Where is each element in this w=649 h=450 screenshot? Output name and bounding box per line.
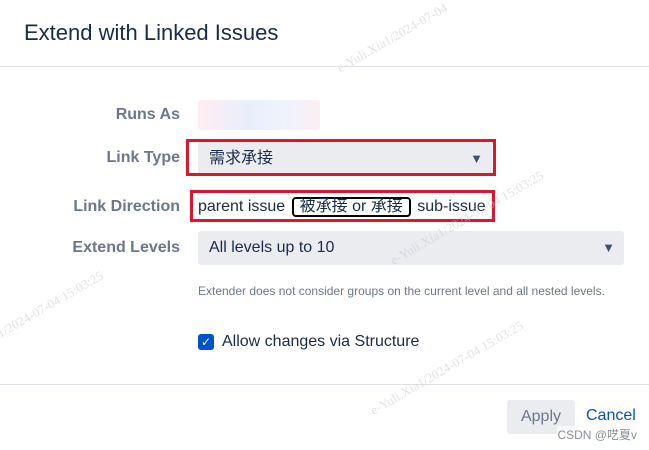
extend-levels-select[interactable]: All levels up to 10 ▼ [198,231,624,265]
csdn-watermark: CSDN @呓夏v [557,426,637,443]
extend-levels-label: Extend Levels [72,239,180,256]
link-type-value: 需求承接 [209,150,274,167]
allow-changes-checkbox[interactable]: ✓ [198,334,214,350]
dialog-header: Extend with Linked Issues [0,0,649,67]
extend-linked-issues-dialog: Extend with Linked Issues Runs As Link T… [0,0,649,449]
check-icon: ✓ [200,335,212,349]
chevron-down-icon: ▼ [470,151,483,166]
link-direction-label: Link Direction [73,198,180,215]
cancel-link[interactable]: Cancel [586,407,636,425]
runs-as-user-value [198,100,320,130]
direction-link-names: 被承接 or 承接 [291,197,411,217]
dialog-title: Extend with Linked Issues [24,20,279,45]
allow-changes-label[interactable]: Allow changes via Structure [222,333,419,351]
extend-levels-value: All levels up to 10 [209,239,335,256]
direction-parent-text: parent issue [198,198,286,215]
watermark-text: e-Yuli.Xia1/2024-07-04 15:03:25 [0,267,106,368]
link-type-select[interactable]: 需求承接 ▼ [198,142,492,176]
link-type-label: Link Type [106,149,181,166]
runs-as-label: Runs As [115,106,180,123]
direction-sub-text: sub-issue [417,198,486,215]
link-direction-value: parent issue 被承接 or 承接 sub-issue [198,196,486,218]
chevron-down-icon: ▼ [602,240,615,255]
extend-levels-help-text: Extender does not consider groups on the… [198,284,605,298]
